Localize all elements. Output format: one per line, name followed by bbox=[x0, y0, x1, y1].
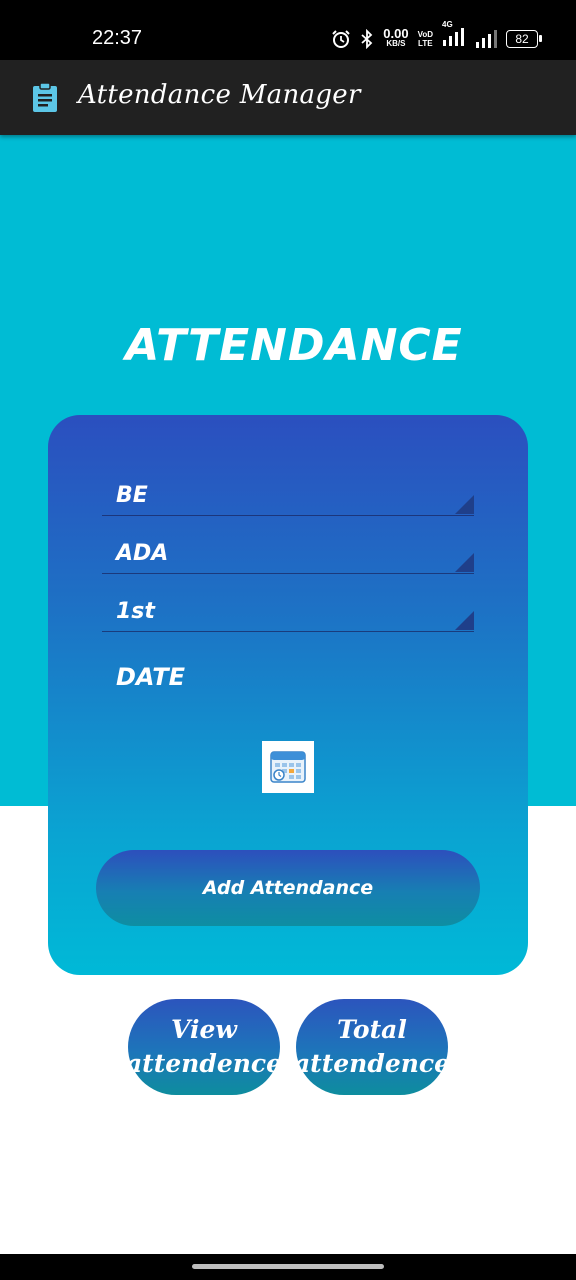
app-bar: Attendance Manager bbox=[0, 60, 576, 135]
add-attendance-label: Add Attendance bbox=[202, 877, 374, 899]
signal-icon bbox=[443, 28, 464, 46]
dropdown-arrow-icon bbox=[455, 553, 474, 572]
net-speed-unit: KB/S bbox=[386, 39, 406, 48]
date-label[interactable]: DATE bbox=[116, 663, 185, 691]
volte-bottom: LTE bbox=[418, 39, 433, 48]
subject-value: ADA bbox=[116, 541, 169, 566]
total-button-line2: attendence bbox=[293, 1049, 451, 1078]
total-attendence-button[interactable]: Total attendence bbox=[293, 999, 451, 1095]
status-time: 22:37 bbox=[92, 27, 143, 49]
dropdown-arrow-icon bbox=[455, 495, 474, 514]
subject-spinner[interactable]: ADA bbox=[102, 535, 474, 574]
calendar-icon bbox=[270, 751, 306, 783]
view-button-line2: attendence bbox=[125, 1049, 283, 1078]
navigation-bar bbox=[0, 1254, 576, 1280]
network-type: 4G bbox=[442, 20, 453, 29]
course-spinner[interactable]: BE bbox=[102, 477, 474, 516]
view-button-line1: View bbox=[171, 1015, 237, 1044]
app-title: Attendance Manager bbox=[78, 80, 361, 110]
net-speed: 0.00 KB/S bbox=[383, 27, 408, 49]
semester-value: 1st bbox=[116, 599, 155, 624]
semester-spinner[interactable]: 1st bbox=[102, 593, 474, 632]
signal-1: 4G bbox=[442, 20, 466, 50]
volte-top: VoD bbox=[417, 30, 433, 39]
volte-indicator: VoD LTE bbox=[418, 30, 433, 48]
attendance-form-card: BE ADA 1st DATE Add Attendance bbox=[48, 415, 528, 975]
battery-icon: 82 bbox=[506, 30, 542, 48]
add-attendance-button[interactable]: Add Attendance bbox=[96, 850, 480, 926]
alarm-icon bbox=[332, 30, 350, 48]
total-button-line1: Total bbox=[337, 1015, 407, 1044]
dropdown-arrow-icon bbox=[455, 611, 474, 630]
status-bar: 22:37 0.00 KB/S VoD LTE 4G 82 bbox=[0, 0, 576, 60]
view-attendence-button[interactable]: View attendence bbox=[125, 999, 283, 1095]
course-value: BE bbox=[116, 483, 148, 508]
clipboard-icon bbox=[33, 82, 57, 112]
calendar-button[interactable] bbox=[262, 741, 314, 793]
page-heading: ATTENDANCE bbox=[125, 320, 463, 371]
signal-icon bbox=[476, 30, 497, 48]
home-indicator[interactable] bbox=[192, 1264, 384, 1269]
status-icons: 0.00 KB/S VoD LTE 4G 82 bbox=[331, 20, 542, 52]
bluetooth-icon bbox=[361, 29, 373, 49]
